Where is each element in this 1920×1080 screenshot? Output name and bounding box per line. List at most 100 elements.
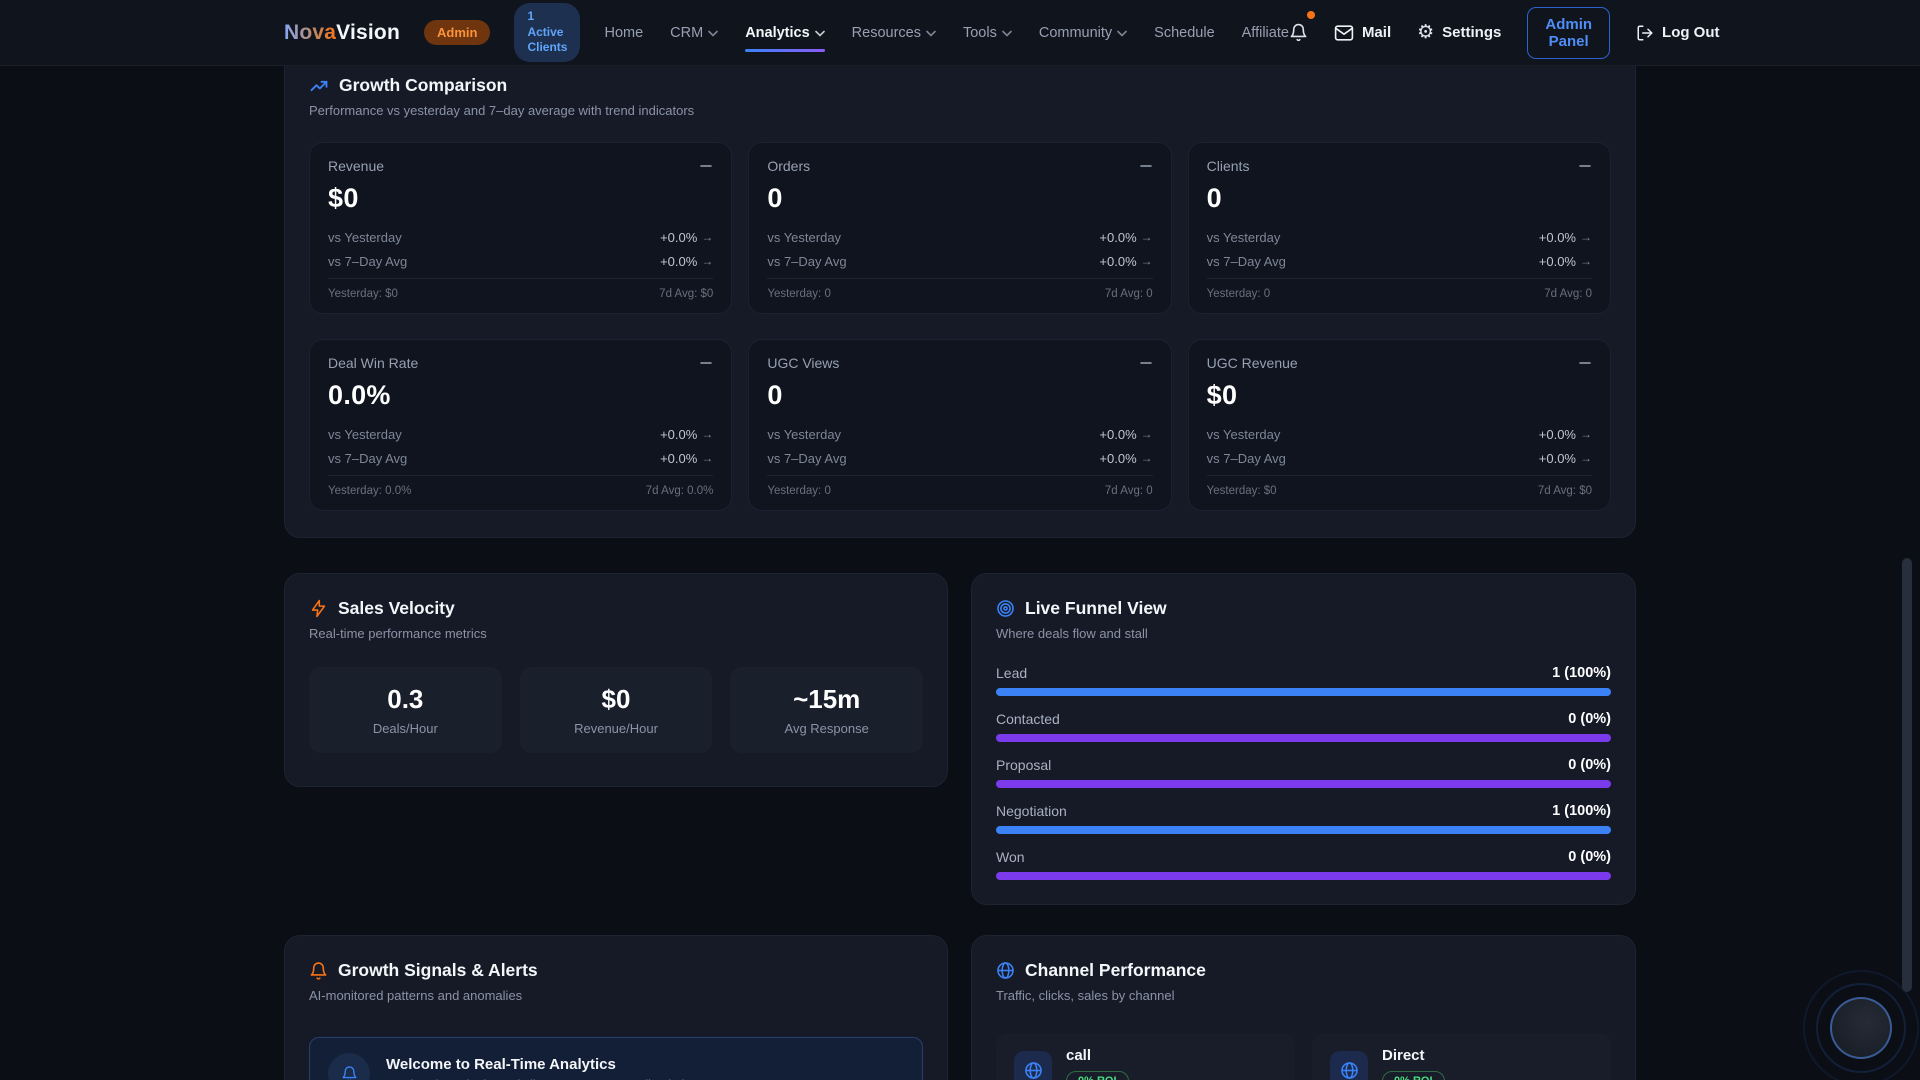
lightning-bolt-icon (309, 599, 328, 618)
globe-icon (1014, 1051, 1052, 1080)
section-subtitle: Real-time performance metrics (309, 626, 923, 641)
funnel-stage-won: Won0 (0%) (996, 849, 1611, 880)
roi-badge: 0% ROI (1066, 1071, 1129, 1080)
assistant-core-icon (1830, 997, 1892, 1059)
chevron-down-icon (708, 30, 718, 37)
logout-icon (1636, 24, 1654, 42)
metric-card-ugc-views: UGC Views 0 vs Yesterday+0.0%→ vs 7–Day … (748, 339, 1171, 511)
metric-value: 0 (1207, 183, 1592, 214)
metric-card-deal-win-rate: Deal Win Rate 0.0% vs Yesterday+0.0%→ vs… (309, 339, 732, 511)
section-subtitle: AI-monitored patterns and anomalies (309, 988, 923, 1003)
flat-trend-icon: → (1141, 254, 1153, 268)
flat-trend-icon: → (1141, 427, 1153, 441)
metric-cards-grid: Revenue $0 vs Yesterday+0.0%→ vs 7–Day A… (309, 142, 1611, 511)
vertical-scrollbar-thumb[interactable] (1902, 558, 1912, 992)
live-funnel-section: Live Funnel View Where deals flow and st… (971, 573, 1636, 905)
funnel-bar (996, 734, 1611, 742)
section-title: Sales Velocity (338, 598, 455, 619)
channel-card-call: call 0% ROI (996, 1033, 1295, 1080)
section-subtitle: Where deals flow and stall (996, 626, 1611, 641)
logout-button[interactable]: Log Out (1636, 24, 1719, 42)
funnel-bar (996, 688, 1611, 696)
chevron-down-icon (1117, 30, 1127, 37)
metric-value: 0.0% (328, 380, 713, 411)
notifications-bell-icon[interactable] (1289, 22, 1308, 43)
nav-item-affiliate[interactable]: Affiliate (1242, 25, 1289, 41)
sales-velocity-section: Sales Velocity Real-time performance met… (284, 573, 948, 787)
funnel-stage-proposal: Proposal0 (0%) (996, 757, 1611, 788)
flat-trend-icon: → (1141, 230, 1153, 244)
welcome-alert-card: Welcome to Real-Time Analytics Track ord… (309, 1037, 923, 1080)
bell-icon (328, 1053, 370, 1080)
admin-panel-button[interactable]: Admin Panel (1527, 7, 1610, 59)
stat-avg-response: ~15m Avg Response (730, 667, 923, 753)
growth-signals-section: Growth Signals & Alerts AI-monitored pat… (284, 935, 948, 1080)
roi-badge: 0% ROI (1382, 1071, 1445, 1080)
flat-trend-icon: → (1580, 254, 1592, 268)
section-subtitle: Traffic, clicks, sales by channel (996, 988, 1611, 1003)
minus-icon (1139, 159, 1153, 173)
funnel-stage-negotiation: Negotiation1 (100%) (996, 803, 1611, 834)
chevron-down-icon (815, 30, 825, 37)
metric-card-revenue: Revenue $0 vs Yesterday+0.0%→ vs 7–Day A… (309, 142, 732, 314)
channel-name: Direct (1382, 1047, 1445, 1064)
stat-revenue-per-hour: $0 Revenue/Hour (520, 667, 713, 753)
section-title: Channel Performance (1025, 960, 1206, 981)
globe-icon (1330, 1051, 1368, 1080)
metric-value: $0 (1207, 380, 1592, 411)
minus-icon (1578, 159, 1592, 173)
minus-icon (1578, 356, 1592, 370)
nav-item-schedule[interactable]: Schedule (1154, 25, 1214, 41)
brand-logo[interactable]: NovaVision (284, 21, 400, 45)
minus-icon (1139, 356, 1153, 370)
mail-icon (1334, 25, 1354, 41)
settings-button[interactable]: ⚙ Settings (1417, 23, 1501, 42)
alert-title: Welcome to Real-Time Analytics (386, 1056, 705, 1073)
section-title: Growth Signals & Alerts (338, 960, 538, 981)
chevron-down-icon (1002, 30, 1012, 37)
channel-name: call (1066, 1047, 1129, 1064)
bell-icon (309, 961, 328, 981)
channel-performance-section: Channel Performance Traffic, clicks, sal… (971, 935, 1636, 1080)
funnel-bar (996, 826, 1611, 834)
funnel-stage-lead: Lead1 (100%) (996, 665, 1611, 696)
flat-trend-icon: → (1580, 451, 1592, 465)
metric-value: 0 (767, 183, 1152, 214)
metric-card-ugc-revenue: UGC Revenue $0 vs Yesterday+0.0%→ vs 7–D… (1188, 339, 1611, 511)
stat-deals-per-hour: 0.3 Deals/Hour (309, 667, 502, 753)
funnel-bar (996, 872, 1611, 880)
minus-icon (699, 159, 713, 173)
channel-card-direct: Direct 0% ROI (1312, 1033, 1611, 1080)
funnel-stage-contacted: Contacted0 (0%) (996, 711, 1611, 742)
nav-item-crm[interactable]: CRM (670, 25, 718, 41)
flat-trend-icon: → (701, 254, 713, 268)
nav-item-resources[interactable]: Resources (852, 25, 936, 41)
nav-item-tools[interactable]: Tools (963, 25, 1012, 41)
admin-role-badge: Admin (424, 20, 490, 45)
nav-item-analytics[interactable]: Analytics (745, 25, 824, 41)
flat-trend-icon: → (1580, 230, 1592, 244)
section-title: Live Funnel View (1025, 598, 1167, 619)
nav-item-community[interactable]: Community (1039, 25, 1127, 41)
funnel-bar (996, 780, 1611, 788)
notification-dot (1307, 11, 1315, 19)
mail-button[interactable]: Mail (1334, 24, 1391, 41)
flat-trend-icon: → (1580, 427, 1592, 441)
flat-trend-icon: → (1141, 451, 1153, 465)
metric-value: 0 (767, 380, 1152, 411)
nav-item-home[interactable]: Home (604, 25, 643, 41)
section-title: Growth Comparison (339, 75, 507, 96)
metric-card-orders: Orders 0 vs Yesterday+0.0%→ vs 7–Day Avg… (748, 142, 1171, 314)
metric-value: $0 (328, 183, 713, 214)
globe-icon (996, 961, 1015, 980)
gear-icon: ⚙ (1417, 23, 1434, 42)
flat-trend-icon: → (701, 451, 713, 465)
target-icon (996, 599, 1015, 618)
active-clients-badge[interactable]: 1 ActiveClients (514, 3, 580, 62)
metric-card-clients: Clients 0 vs Yesterday+0.0%→ vs 7–Day Av… (1188, 142, 1611, 314)
chevron-down-icon (926, 30, 936, 37)
growth-comparison-section: Growth Comparison Performance vs yesterd… (284, 52, 1636, 538)
minus-icon (699, 356, 713, 370)
trending-up-icon (309, 76, 329, 96)
section-subtitle: Performance vs yesterday and 7–day avera… (309, 103, 1611, 118)
